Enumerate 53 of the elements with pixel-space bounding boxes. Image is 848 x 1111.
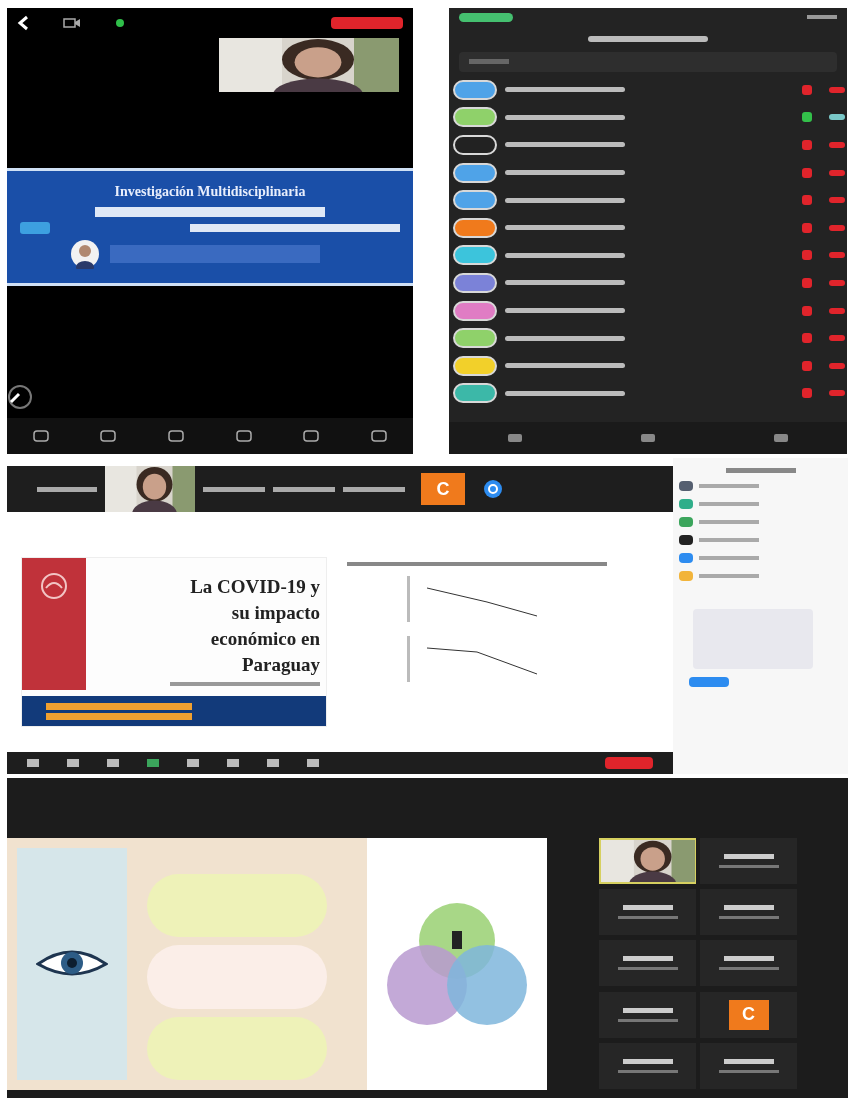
muted-mic-icon[interactable] xyxy=(801,139,813,151)
muted-mic-icon[interactable] xyxy=(801,83,813,96)
muted-mic-icon[interactable] xyxy=(801,332,813,345)
search-field[interactable] xyxy=(459,52,837,72)
name-bar xyxy=(718,1069,779,1073)
badge-icon xyxy=(20,222,50,234)
name-bar xyxy=(617,967,678,971)
name-bar xyxy=(37,486,97,492)
muted-mic-icon[interactable] xyxy=(801,359,813,372)
muted-mic-icon[interactable] xyxy=(801,387,813,400)
name-bar xyxy=(622,1058,673,1064)
banner-title: Investigación Multidisciplinaria xyxy=(114,183,306,201)
send-button[interactable] xyxy=(689,677,729,687)
name-bar xyxy=(343,486,405,492)
muted-mic-icon[interactable] xyxy=(801,194,813,207)
name-bar xyxy=(723,956,774,962)
muted-mic-icon[interactable] xyxy=(801,304,813,317)
chart-axis xyxy=(407,636,410,682)
avatar: C xyxy=(728,999,769,1030)
name-bar xyxy=(617,916,678,920)
slide-title: La COVID-19 y su impacto económico en Paraguay xyxy=(189,575,320,677)
name-bar xyxy=(622,1007,673,1013)
name-bar xyxy=(718,967,779,971)
muted-mic-icon[interactable] xyxy=(801,166,813,179)
muted-mic-icon[interactable] xyxy=(801,221,813,234)
name-bar xyxy=(617,1069,678,1073)
name-bar xyxy=(699,502,759,506)
name-bar xyxy=(723,854,774,859)
muted-mic-icon[interactable] xyxy=(801,276,813,289)
name-bar xyxy=(718,865,779,868)
avatar: C xyxy=(421,473,465,505)
name-bar xyxy=(203,486,265,492)
muted-mic-icon[interactable] xyxy=(801,249,813,262)
name-bar xyxy=(273,486,335,492)
panel-title-bar xyxy=(725,468,796,473)
name-bar xyxy=(622,956,673,962)
end-button[interactable] xyxy=(605,757,653,769)
name-bar xyxy=(723,1058,774,1064)
name-bar xyxy=(699,484,759,488)
name-bar xyxy=(718,916,779,920)
chart-axis xyxy=(407,576,410,622)
video-off-icon[interactable] xyxy=(829,113,845,122)
name-bar xyxy=(699,538,759,542)
name-bar xyxy=(617,1018,678,1022)
name-bar xyxy=(699,574,759,578)
name-bar xyxy=(622,905,673,911)
name-bar xyxy=(699,520,759,524)
settings-icon[interactable] xyxy=(483,479,503,499)
name-bar xyxy=(699,556,759,560)
call-indicator xyxy=(459,12,513,22)
emblem-icon xyxy=(40,572,68,600)
name-bar xyxy=(723,905,774,911)
camera-icon[interactable] xyxy=(63,17,81,29)
